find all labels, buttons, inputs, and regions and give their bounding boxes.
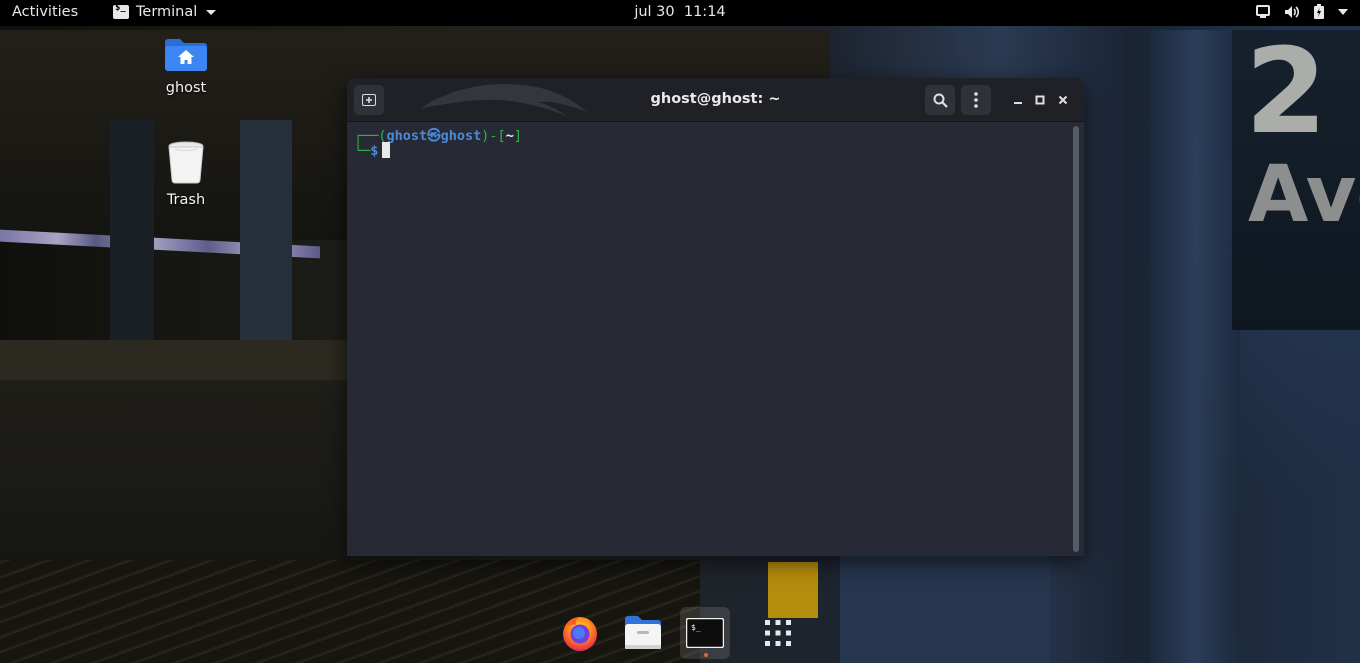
search-icon [933, 93, 948, 108]
close-button[interactable] [1054, 91, 1072, 109]
prompt-line-1: ┌──(ghost㉿ghost)-[~] [354, 124, 522, 144]
volume-icon[interactable] [1284, 5, 1300, 19]
maximize-button[interactable] [1031, 91, 1049, 109]
search-button[interactable] [925, 85, 955, 115]
clock-date: jul 30 [634, 4, 675, 20]
terminal-output[interactable]: ┌──(ghost㉿ghost)-[~] └─$ [347, 122, 1084, 556]
home-folder-icon [141, 38, 231, 76]
desktop-icon-home[interactable]: ghost [141, 38, 231, 96]
window-titlebar[interactable]: ghost@ghost: ~ [347, 78, 1084, 122]
wallpaper-sign [1232, 30, 1360, 330]
files-icon [625, 616, 661, 649]
terminal-icon: $_ [686, 618, 724, 648]
maximize-icon [1035, 95, 1045, 105]
top-bar: Activities Terminal jul 30 11:14 [0, 0, 1360, 26]
prompt-close-bracket: ] [513, 128, 522, 144]
clock[interactable]: jul 30 11:14 [0, 4, 1360, 20]
svg-text:$_: $_ [691, 623, 701, 632]
wallpaper-pillar [240, 120, 292, 380]
running-indicator [704, 653, 708, 657]
prompt-at-symbol: ㉿ [427, 128, 441, 144]
system-tray[interactable] [1256, 4, 1348, 19]
close-icon [1058, 95, 1068, 105]
dock-terminal[interactable]: $_ [680, 607, 730, 659]
screen-icon[interactable] [1256, 5, 1270, 18]
wallpaper-platform [0, 340, 350, 380]
terminal-window[interactable]: ghost@ghost: ~ ┌──(ghost㉿ghost)-[~] └─$ [347, 78, 1084, 556]
dock-firefox[interactable] [555, 607, 605, 659]
wallpaper-column [1150, 30, 1240, 663]
wallpaper-lights [0, 229, 320, 259]
wallpaper-sign-text: Ave [1248, 150, 1360, 240]
prompt-user: ghost [386, 128, 428, 144]
trash-icon [141, 140, 231, 188]
kebab-menu-icon [974, 92, 978, 108]
clock-time: 11:14 [683, 4, 726, 20]
desktop-icon-label: Trash [166, 192, 206, 208]
menu-button[interactable] [961, 85, 991, 115]
firefox-icon [563, 617, 597, 651]
battery-icon[interactable] [1314, 4, 1324, 19]
prompt-line-2: └─$ [354, 142, 391, 159]
system-menu-chevron-icon[interactable] [1338, 8, 1348, 15]
minimize-icon [1014, 102, 1022, 104]
minimize-button[interactable] [1009, 91, 1027, 109]
wallpaper-sign-number: 2 [1245, 22, 1328, 160]
prompt-host: ghost [440, 128, 482, 144]
prompt-mid: )-[ [481, 128, 506, 144]
text-cursor [382, 142, 391, 158]
prompt-line2-prefix: └─ [354, 143, 371, 159]
show-apps-icon [765, 620, 791, 646]
prompt-dir: ~ [505, 128, 514, 144]
scrollbar[interactable] [1073, 126, 1079, 552]
desktop-icon-trash[interactable]: Trash [141, 140, 231, 208]
dock-show-apps[interactable] [753, 607, 803, 659]
wallpaper-wall [0, 380, 350, 663]
prompt-dollar: $ [370, 143, 379, 159]
dock-files[interactable] [618, 607, 668, 659]
desktop-icon-label: ghost [165, 80, 207, 96]
